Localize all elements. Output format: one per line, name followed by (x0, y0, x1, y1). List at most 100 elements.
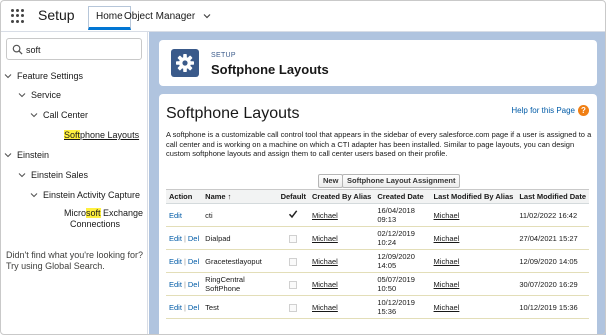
modified-by-link[interactable]: Michael (434, 257, 460, 266)
tree-item-service[interactable]: Service (18, 90, 61, 100)
column-header-created-date[interactable]: Created Date (374, 189, 431, 204)
new-button[interactable]: New (318, 174, 344, 188)
softphone-layout-assignment-button[interactable]: Softphone Layout Assignment (342, 174, 461, 188)
tree-item-label: Service (31, 90, 62, 100)
chevron-down-icon[interactable] (4, 72, 12, 80)
table-row: Edit cti Michael 16/04/2018 09:13 Michael 11/… (166, 203, 589, 227)
search-highlight: Soft (64, 130, 81, 140)
modified-date: 10/12/2019 15:36 (519, 302, 578, 312)
column-header-modified-by[interactable]: Last Modified By Alias (430, 189, 517, 204)
tree-item-einstein[interactable]: Einstein (4, 150, 49, 160)
created-by-link[interactable]: Michael (312, 280, 338, 289)
chevron-down-icon[interactable] (30, 191, 38, 199)
modified-by-link[interactable]: Michael (434, 303, 460, 312)
tree-item-softphone-layouts[interactable]: Softphone Layouts (64, 130, 139, 140)
default-checkbox (289, 257, 298, 266)
modified-by-link-cell: Michael (430, 203, 517, 227)
page-description: A softphone is a customizable call contr… (166, 130, 592, 158)
quick-find-input[interactable] (26, 41, 136, 58)
setup-sidebar: Feature Settings Service Call Center Sof… (0, 32, 148, 335)
created-date: 12/09/2020 14:05 (377, 252, 415, 270)
edit-link[interactable]: Edit (169, 257, 182, 266)
table-row: Edit | Del Test Michael 10/12/2019 15:36 Micha… (166, 295, 589, 319)
modified-by-link-cell: Michael (430, 295, 517, 319)
main-content: SETUP Softphone Layouts Softphone Layout… (149, 32, 606, 335)
button-row: New Softphone Layout Assignment (159, 174, 597, 188)
created-date-cell: 02/12/2019 10:24 (374, 226, 431, 250)
layout-name: Dialpad (205, 233, 231, 243)
modified-date: 12/09/2020 14:05 (519, 256, 578, 266)
search-highlight: soft (86, 208, 101, 218)
chevron-down-icon[interactable] (30, 111, 38, 119)
tab-object-manager-label: Object Manager (124, 11, 196, 22)
modified-by-link[interactable]: Michael (434, 234, 460, 243)
tab-object-manager[interactable]: Object Manager (124, 6, 212, 28)
app-launcher-icon[interactable] (11, 9, 25, 23)
tree-item-label: Einstein Sales (31, 170, 89, 180)
created-by-link[interactable]: Michael (312, 257, 338, 266)
created-by-link[interactable]: Michael (312, 234, 338, 243)
default-cell (277, 295, 309, 319)
tree-item-call-center[interactable]: Call Center (30, 110, 88, 120)
chevron-down-icon[interactable] (202, 11, 212, 21)
default-checkbox (289, 280, 298, 289)
chevron-down-icon[interactable] (4, 151, 12, 159)
help-icon[interactable]: ? (578, 105, 589, 116)
page-header: SETUP Softphone Layouts (159, 40, 597, 86)
tree-item-microsoft-exchange-connections[interactable]: Microsoft Exchange Connections (64, 208, 143, 230)
layout-name: RingCentral SoftPhone (205, 275, 245, 293)
tree-item-feature-settings[interactable]: Feature Settings (4, 71, 83, 81)
edit-link[interactable]: Edit (169, 234, 182, 243)
modified-by-link[interactable]: Michael (434, 211, 460, 220)
column-header-modified-date[interactable]: Last Modified Date (516, 189, 589, 204)
app-name: Setup (38, 7, 75, 23)
action-separator: | (183, 256, 186, 266)
created-by-link[interactable]: Michael (312, 211, 338, 220)
help-link[interactable]: Help for this Page (511, 106, 575, 115)
created-by-link-cell: Michael (309, 272, 375, 296)
search-icon (12, 44, 23, 55)
edit-link[interactable]: Edit (169, 303, 182, 312)
column-header-default[interactable]: Default (277, 189, 309, 204)
layout-name-cell: Dialpad (202, 226, 278, 250)
layout-name-cell: RingCentral SoftPhone (202, 272, 278, 296)
chevron-down-icon[interactable] (18, 171, 26, 179)
column-header-action: Action (166, 189, 203, 204)
tree-item-label: Feature Settings (17, 71, 84, 81)
column-header-created-by[interactable]: Created By Alias (309, 189, 375, 204)
tree-item-label: Call Center (43, 110, 89, 120)
edit-link[interactable]: Edit (169, 211, 182, 220)
edit-link[interactable]: Edit (169, 280, 182, 289)
created-by-link-cell: Michael (309, 249, 375, 273)
created-date: 16/04/2018 09:13 (377, 206, 415, 224)
delete-link[interactable]: Del (188, 280, 199, 289)
created-date-cell: 10/12/2019 15:36 (374, 295, 431, 319)
delete-link[interactable]: Del (188, 234, 199, 243)
modified-date: 11/02/2022 16:42 (519, 210, 578, 220)
action-cell: Edit | Del (166, 249, 203, 273)
delete-link[interactable]: Del (188, 303, 199, 312)
global-search-hint: Didn't find what you're looking for? Try… (6, 250, 144, 271)
table-row: Edit | Del Gracetestlayoput Michael 12/09/202… (166, 249, 589, 273)
modified-date: 27/04/2021 15:27 (519, 233, 578, 243)
modified-by-link[interactable]: Michael (434, 280, 460, 289)
softphone-layouts-table: Action Name ↑ Default Created By Alias C… (166, 189, 589, 319)
layout-name-cell: Gracetestlayoput (202, 249, 278, 273)
content-panel: Softphone Layouts Help for this Page ? A… (159, 94, 597, 335)
default-cell (277, 203, 309, 227)
default-checkbox (289, 234, 298, 243)
default-cell (277, 249, 309, 273)
layout-name-cell: cti (202, 203, 278, 227)
default-cell (277, 272, 309, 296)
modified-by-link-cell: Michael (430, 272, 517, 296)
layout-name-cell: Test (202, 295, 278, 319)
page-title: Softphone Layouts (166, 105, 300, 122)
tree-item-einstein-sales[interactable]: Einstein Sales (18, 170, 88, 180)
delete-link[interactable]: Del (188, 257, 199, 266)
created-by-link[interactable]: Michael (312, 303, 338, 312)
tree-item-einstein-activity-capture[interactable]: Einstein Activity Capture (30, 190, 140, 200)
chevron-down-icon[interactable] (18, 91, 26, 99)
column-header-name[interactable]: Name ↑ (202, 189, 278, 204)
modified-date-cell: 11/02/2022 16:42 (516, 203, 589, 227)
quick-find-box[interactable] (6, 38, 142, 60)
